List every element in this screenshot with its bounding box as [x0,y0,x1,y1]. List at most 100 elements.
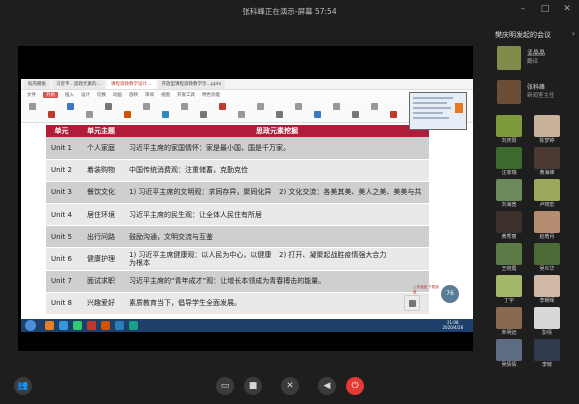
meeting-app-icon[interactable] [129,321,138,330]
ppt-menu-item[interactable]: 动画 [113,92,122,98]
table-row: Unit 3 餐饮文化 1) 习近平主席的文明观：求同存异，聚同化异 2) 文化交流：… [46,181,429,205]
toolbar-tool-icon[interactable] [143,103,150,110]
avatar [534,339,560,361]
ppt-tab[interactable]: 开放型课程思政教学示…pptx [157,79,226,89]
participant-name: 朱明远 [501,330,517,336]
participant-tile[interactable]: 黄秀丽 [496,211,522,241]
qq-icon[interactable] [115,321,124,330]
participant-tile[interactable]: 丁宇 [496,275,522,305]
ppt-menu-item[interactable]: 开发工具 [177,92,195,98]
avatar [496,211,522,233]
participant-tile[interactable]: 陈梦婷 [534,115,560,145]
participant-tile[interactable]: 王晓霞 [496,243,522,273]
file-button[interactable]: ■ [244,377,262,395]
wps-icon[interactable] [87,321,96,330]
participant-tile[interactable]: 吴倩倩 [496,339,522,369]
close-icon[interactable]: ✕ [561,4,573,14]
participant-tile[interactable]: 赵皓月 [534,211,560,241]
toolbar-tool-icon[interactable] [29,103,36,110]
participant-tile[interactable]: 卢晓宏 [534,179,560,209]
avatar [534,179,560,201]
participant-name: 张科峰 [527,84,546,91]
network-speed-widget[interactable]: 76 [441,285,459,303]
avatar [497,80,521,104]
maximize-icon[interactable]: □ [539,4,551,14]
mic-button[interactable]: ✕ [281,377,299,395]
ppt-menu-item[interactable]: 视图 [161,92,170,98]
toolbar-tool-icon[interactable] [238,111,245,118]
ppt-menu-item[interactable]: 开始 [43,91,58,98]
content-part-2: 2) 文化交流：各美其美、美人之美、美美与共 [279,188,422,197]
participant-tile[interactable]: 吴炎华 [534,243,560,273]
toolbar-tool-icon[interactable] [181,103,188,110]
toolbar-tool-icon[interactable] [371,103,378,110]
thumbnail-accent [455,103,463,113]
participant-tile[interactable]: 汪家瑞 [496,147,522,177]
participant-tile[interactable]: 刘庆阳 [496,115,522,145]
unit-cell: Unit 3 [46,181,77,205]
curriculum-table: 单元 单元主题 思政元素挖掘 Unit 1 个人家庭 习近平主席的家国情怀：家是最小… [46,125,429,316]
avatar [496,243,522,265]
participant-tile[interactable]: 朱明远 [496,307,522,337]
ppt-menu-item[interactable]: 文件 [27,92,36,98]
toolbar-tool-icon[interactable] [200,111,207,118]
chevron-right-icon[interactable]: › [572,29,575,38]
ppt-menu-item[interactable]: 审阅 [145,92,154,98]
explorer-icon[interactable] [59,321,68,330]
avatar [534,211,560,233]
toolbar-tool-icon[interactable] [67,103,74,110]
ppt-menu-item[interactable]: 特色功能 [202,92,220,98]
members-button[interactable]: 👥 [14,377,32,395]
ppt-menu-item[interactable]: 放映 [129,92,138,98]
start-icon[interactable] [25,320,36,331]
meeting-title: 樊庆明发起的会议 [495,31,551,39]
floating-tool-button[interactable] [404,295,420,311]
ppt-tab[interactable]: 课程思政教学设计… [107,79,156,89]
toolbar-tool-icon[interactable] [219,103,226,110]
host-participant[interactable]: 孟晶晶 翻译 [497,46,569,70]
content-cell: 习近平主席的“青年成才”观：让增长本领成为青春搏击的能量。 [125,270,429,293]
toolbar-tool-icon[interactable] [124,111,131,118]
avatar [497,46,521,70]
ppt-icon[interactable] [101,321,110,330]
shared-screen-area: 稻壳模板 习近平…思政元素的… 课程思政教学设计… 开放型课程思政教学示…pptx 文… [18,46,473,351]
participant-tile[interactable]: 彭倩 [534,307,560,337]
participant-tile[interactable]: 黄海峰 [534,147,560,177]
slide-thumbnail[interactable] [409,92,467,130]
ppt-menu-item[interactable]: 切换 [97,92,106,98]
content-cell: 习近平主席的家国情怀：家是最小国，国是千万家。 [125,137,429,160]
participant-tile[interactable]: 刘海宽 [496,179,522,209]
participant-name: 黄秀丽 [501,234,517,240]
ppt-tab[interactable]: 习近平…思政元素的… [52,79,105,89]
toolbar-tool-icon[interactable] [314,111,321,118]
toolbar-tool-icon[interactable] [48,111,55,118]
content-part-1: 1) 习近平主席健康观：以人民为中心，以健康为根本 [129,251,272,268]
toolbar-tool-icon[interactable] [352,111,359,118]
avatar [534,115,560,137]
toolbar-tool-icon[interactable] [105,103,112,110]
table-row: Unit 1 个人家庭 习近平主席的家国情怀：家是最小国，国是千万家。 [46,137,429,160]
share-screen-button[interactable]: ▭ [216,377,234,395]
ppt-tab[interactable]: 稻壳模板 [24,79,50,89]
toolbar-tool-icon[interactable] [276,111,283,118]
host-participant[interactable]: 张科峰 新闻室主任 [497,80,569,104]
content-cell: 1) 习近平主席健康观：以人民为中心，以健康为根本 2) 打开、凝聚起战胜疫情强大… [125,247,429,271]
table-header-row: 单元 单元主题 思政元素挖掘 [46,125,429,137]
minimize-icon[interactable]: – [517,4,529,14]
avatar [534,307,560,329]
leave-button[interactable]: ⏻ [346,377,364,395]
toolbar-tool-icon[interactable] [295,103,302,110]
participant-tile[interactable]: 李朝晖 [534,275,560,305]
toolbar-tool-icon[interactable] [390,111,397,118]
speaker-button[interactable]: ◀ [318,377,336,395]
toolbar-tool-icon[interactable] [333,103,340,110]
participant-name: 李朝晖 [539,298,555,304]
ppt-menu-item[interactable]: 设计 [81,92,90,98]
toolbar-tool-icon[interactable] [257,103,264,110]
participant-tile[interactable]: 李敏 [534,339,560,369]
ppt-menu-item[interactable]: 插入 [65,92,74,98]
browser-icon[interactable] [45,321,54,330]
toolbar-tool-icon[interactable] [162,111,169,118]
toolbar-tool-icon[interactable] [86,111,93,118]
wechat-icon[interactable] [73,321,82,330]
